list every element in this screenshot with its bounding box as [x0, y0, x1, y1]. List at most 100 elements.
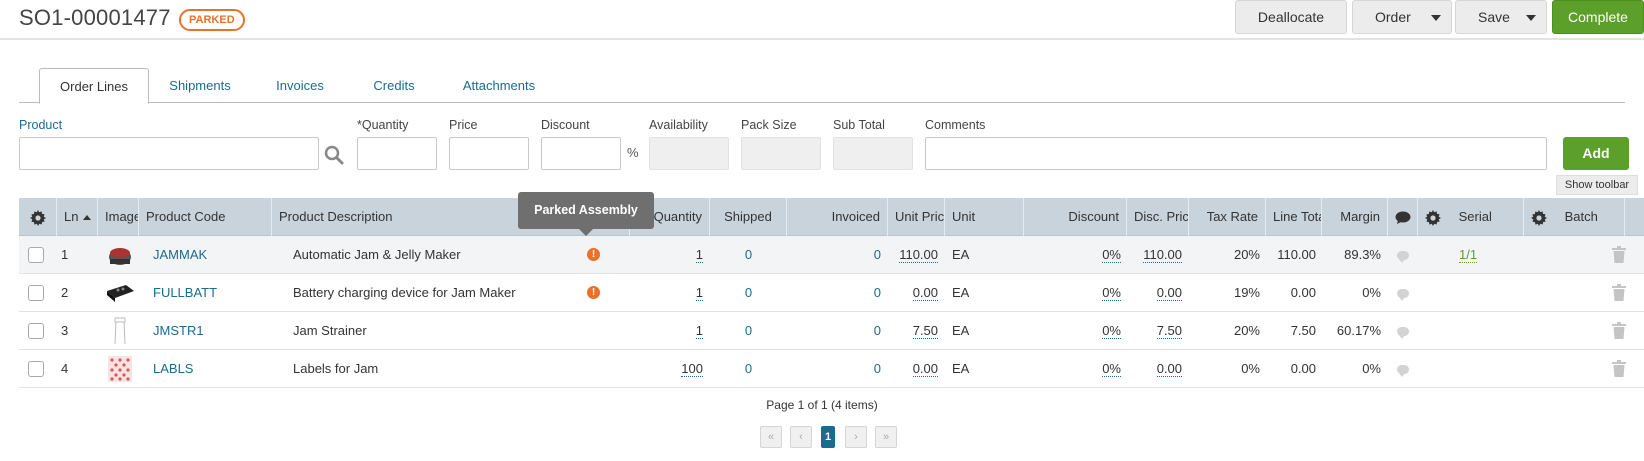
margin-value: 0%	[1362, 361, 1381, 376]
discount-value[interactable]: 0%	[1102, 361, 1121, 377]
column-shipped[interactable]: Shipped	[710, 198, 787, 236]
prev-page-button[interactable]: ‹	[790, 426, 812, 448]
table-row[interactable]: 4 LABLS Labels for Jam 100 0 0 0.00 EA 0…	[19, 350, 1644, 388]
column-serial[interactable]: Serial	[1418, 198, 1524, 236]
percent-symbol: %	[627, 145, 639, 160]
column-batch[interactable]: Batch	[1524, 198, 1625, 236]
tab-invoices[interactable]: Invoices	[267, 68, 333, 103]
tab-attachments[interactable]: Attachments	[452, 68, 546, 103]
save-menu-button[interactable]: Save	[1455, 0, 1547, 34]
tab-credits[interactable]: Credits	[366, 68, 422, 103]
disc-price-value[interactable]: 0.00	[1156, 285, 1182, 301]
tab-order-lines[interactable]: Order Lines	[39, 68, 149, 104]
product-code-link[interactable]: FULLBATT	[153, 274, 217, 312]
parked-assembly-icon[interactable]: !	[587, 248, 600, 261]
unit-price-value[interactable]: 0.00	[912, 285, 938, 301]
column-tax-rate[interactable]: Tax Rate	[1189, 198, 1266, 236]
invoiced-value[interactable]: 0	[787, 350, 881, 388]
column-invoiced[interactable]: Invoiced	[787, 198, 888, 236]
row-checkbox[interactable]	[28, 323, 44, 339]
last-page-button[interactable]: »	[875, 426, 897, 448]
product-code-link[interactable]: JAMMAK	[153, 236, 207, 274]
order-menu-button[interactable]: Order	[1352, 0, 1452, 34]
gear-icon[interactable]	[1531, 209, 1547, 226]
line-total-value: 0.00	[1290, 285, 1316, 300]
unit-value: EA	[952, 361, 970, 376]
column-disc-price[interactable]: Disc. Price	[1127, 198, 1189, 236]
line-total-value: 0.00	[1290, 361, 1316, 376]
comments-input[interactable]	[925, 137, 1547, 170]
column-line-total[interactable]: Line Total	[1266, 198, 1322, 236]
comment-icon[interactable]	[1397, 365, 1409, 377]
disc-price-value[interactable]: 7.50	[1156, 323, 1182, 339]
show-toolbar-button[interactable]: Show toolbar	[1556, 175, 1638, 195]
product-input[interactable]	[19, 137, 319, 170]
shipped-value[interactable]: 0	[745, 323, 752, 338]
column-comments[interactable]	[1388, 198, 1418, 236]
search-icon[interactable]	[324, 145, 344, 165]
row-checkbox[interactable]	[28, 285, 44, 301]
complete-button[interactable]: Complete	[1552, 0, 1644, 34]
comment-icon[interactable]	[1397, 327, 1409, 339]
next-page-button[interactable]: ›	[845, 426, 867, 448]
quantity-value[interactable]: 1	[695, 323, 703, 339]
column-product-code[interactable]: Product Code	[139, 198, 272, 236]
disc-price-value[interactable]: 0.00	[1156, 361, 1182, 377]
column-discount[interactable]: Discount	[1024, 198, 1127, 236]
quantity-value[interactable]: 1	[695, 247, 703, 263]
product-code-link[interactable]: JMSTR1	[153, 312, 204, 350]
trash-icon[interactable]	[1612, 246, 1626, 263]
discount-label: Discount	[541, 118, 590, 132]
trash-icon[interactable]	[1612, 284, 1626, 301]
comment-icon[interactable]	[1397, 289, 1409, 301]
first-page-button[interactable]: «	[760, 426, 782, 448]
invoiced-value[interactable]: 0	[787, 274, 881, 312]
column-image[interactable]: Image	[98, 198, 139, 236]
invoiced-value[interactable]: 0	[787, 312, 881, 350]
price-input[interactable]	[449, 137, 529, 170]
column-unit-price[interactable]: Unit Price	[888, 198, 945, 236]
product-thumbnail	[107, 285, 134, 302]
column-margin[interactable]: Margin	[1322, 198, 1388, 236]
disc-price-value[interactable]: 110.00	[1143, 247, 1182, 263]
quantity-input[interactable]	[357, 137, 437, 170]
discount-value[interactable]: 0%	[1102, 285, 1121, 301]
table-row[interactable]: 1 JAMMAK Automatic Jam & Jelly Maker ! 1…	[19, 236, 1644, 274]
quantity-value[interactable]: 100	[681, 361, 703, 377]
add-button[interactable]: Add	[1563, 137, 1629, 170]
quantity-value[interactable]: 1	[695, 285, 703, 301]
gear-icon[interactable]	[1425, 209, 1441, 226]
current-page-button[interactable]: 1	[821, 426, 835, 448]
trash-icon[interactable]	[1612, 360, 1626, 377]
column-ln[interactable]: Ln	[57, 198, 98, 236]
sub-total-label: Sub Total	[833, 118, 885, 132]
deallocate-button[interactable]: Deallocate	[1235, 0, 1347, 34]
invoiced-value[interactable]: 0	[787, 236, 881, 274]
line-number: 1	[61, 247, 69, 262]
trash-icon[interactable]	[1612, 322, 1626, 339]
column-settings-button[interactable]	[19, 198, 57, 236]
table-row[interactable]: 3 JMSTR1 Jam Strainer 1 0 0 7.50 EA 0% 7…	[19, 312, 1644, 350]
discount-value[interactable]: 0%	[1102, 323, 1121, 339]
discount-input[interactable]	[541, 137, 621, 170]
unit-price-value[interactable]: 110.00	[899, 247, 938, 263]
discount-value[interactable]: 0%	[1102, 247, 1121, 263]
comment-icon[interactable]	[1397, 251, 1409, 263]
parked-assembly-icon[interactable]: !	[587, 286, 600, 299]
serial-value[interactable]: 1/1	[1459, 247, 1478, 263]
grid-header: Ln Image Product Code Product Descriptio…	[19, 198, 1644, 236]
chevron-down-icon	[1526, 15, 1536, 21]
shipped-value[interactable]: 0	[745, 247, 752, 262]
column-unit[interactable]: Unit	[945, 198, 1024, 236]
shipped-value[interactable]: 0	[745, 361, 752, 376]
shipped-value[interactable]: 0	[745, 285, 752, 300]
row-checkbox[interactable]	[28, 247, 44, 263]
product-code-link[interactable]: LABLS	[153, 350, 193, 388]
discount-cell: 0%	[1024, 312, 1121, 350]
unit-price-value[interactable]: 7.50	[912, 323, 938, 339]
unit-price-value[interactable]: 0.00	[912, 361, 938, 377]
tab-shipments[interactable]: Shipments	[159, 68, 241, 103]
row-checkbox[interactable]	[28, 361, 44, 377]
table-row[interactable]: 2 FULLBATT Battery charging device for J…	[19, 274, 1644, 312]
page-header: SO1-00001477 PARKED Deallocate Order Sav…	[0, 0, 1644, 40]
